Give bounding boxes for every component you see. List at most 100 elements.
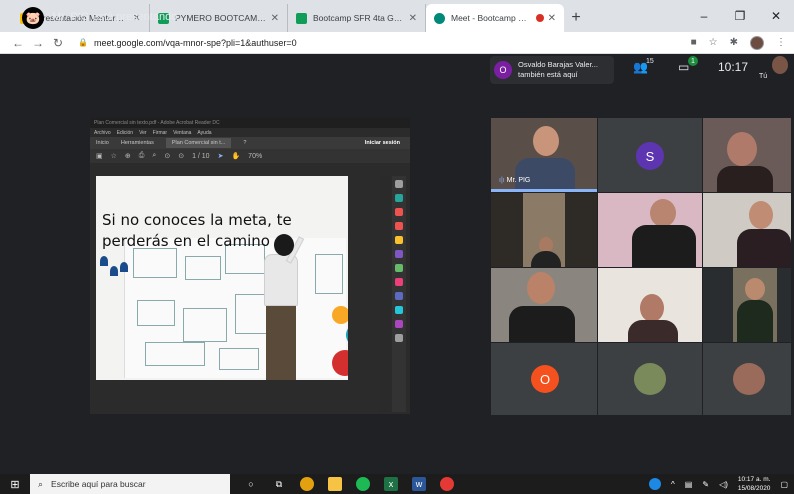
- tab-meet[interactable]: Meet - Bootcamp SFR 4ta Ge ✕: [426, 4, 564, 32]
- speaking-icon: ı|ı: [499, 177, 507, 184]
- speaking-indicator: [491, 189, 597, 192]
- reload-icon[interactable]: ↻: [48, 36, 68, 50]
- drop-shape: [100, 256, 108, 266]
- slide-title: Si no conoces la meta, te perderás en el…: [102, 211, 292, 250]
- minimize-icon[interactable]: –: [686, 0, 722, 32]
- more-tools-icon: [395, 334, 403, 342]
- video-tile[interactable]: [491, 193, 597, 267]
- close-icon[interactable]: ✕: [271, 13, 279, 24]
- menu-item: Edición: [116, 129, 134, 136]
- protect-icon: [395, 292, 403, 300]
- video-tile[interactable]: O: [491, 343, 597, 415]
- participant-face: [533, 126, 559, 156]
- tab-title: PYMERO BOOTCAMP - Hojas de: [175, 13, 267, 23]
- save-icon: ▣: [96, 153, 103, 160]
- lock-icon: 🔒: [78, 38, 88, 47]
- video-tile[interactable]: [703, 118, 791, 192]
- participant-photo: [634, 363, 666, 395]
- participant-avatar: S: [636, 142, 664, 170]
- video-tile-speaker[interactable]: ı|ı Mr. PIG: [491, 118, 597, 192]
- video-tile[interactable]: [491, 268, 597, 342]
- back-icon[interactable]: ←: [8, 36, 28, 50]
- video-tile[interactable]: [598, 343, 702, 415]
- avatar-tray-icon[interactable]: [649, 478, 662, 490]
- video-tile[interactable]: [598, 193, 702, 267]
- chrome-icon[interactable]: [300, 477, 314, 491]
- task-view-icon[interactable]: ⧉: [272, 477, 286, 491]
- drop-shape: [110, 266, 118, 276]
- camera-icon[interactable]: ■: [691, 37, 697, 48]
- video-tile[interactable]: [703, 268, 791, 342]
- participant-face: [527, 272, 555, 304]
- spotify-icon[interactable]: [356, 477, 370, 491]
- sketch: [219, 348, 259, 370]
- pen-icon[interactable]: ✎: [702, 480, 709, 489]
- chat-badge: 1: [688, 56, 698, 66]
- speaker-name: ı|ı Mr. PIG: [499, 177, 530, 184]
- participant-torso: [515, 158, 575, 192]
- participant-face: [727, 132, 757, 166]
- sketch: [183, 308, 227, 342]
- video-tile[interactable]: [703, 193, 791, 267]
- page-up-icon: ⊙: [164, 153, 171, 160]
- video-tile[interactable]: S: [598, 118, 702, 192]
- maximize-icon[interactable]: ❐: [722, 0, 758, 32]
- taskbar-search[interactable]: ⌕ Escribe aquí para buscar: [30, 474, 230, 494]
- taskbar-apps: ○ ⧉ x w: [244, 477, 454, 491]
- join-notification: O Osvaldo Barajas Valer... también está …: [490, 56, 614, 84]
- participant-torso: [737, 229, 791, 267]
- acrobat-scrollbar: [380, 176, 390, 412]
- menu-icon[interactable]: ⋮: [776, 37, 786, 48]
- url-text: meet.google.com/vqa-mnor-spe?pli=1&authu…: [93, 37, 297, 48]
- word-icon[interactable]: w: [412, 477, 426, 491]
- participant-torso: [628, 320, 678, 342]
- sign-icon: [395, 278, 403, 286]
- print-icon: ⎙: [138, 152, 145, 159]
- excel-icon[interactable]: x: [384, 477, 398, 491]
- edit-icon: [395, 208, 403, 216]
- comment-icon: [395, 236, 403, 244]
- acrobat-icon[interactable]: [440, 477, 454, 491]
- extensions-icon[interactable]: ✱: [730, 37, 738, 48]
- sketch: [145, 342, 205, 366]
- chevron-up-icon[interactable]: ^: [671, 480, 675, 489]
- participant-torso: [509, 306, 575, 342]
- join-text: Osvaldo Barajas Valer... también está aq…: [518, 60, 598, 80]
- acrobat-tabs: Inicio Herramientas Plan Comercial sin t…: [90, 137, 410, 149]
- participant-avatar: O: [531, 365, 559, 393]
- combine-icon: [395, 250, 403, 258]
- speaker-name-text: Mr. PIG: [506, 177, 531, 184]
- network-icon[interactable]: ▤: [685, 480, 693, 489]
- file-explorer-icon[interactable]: [328, 477, 342, 491]
- video-tile[interactable]: [598, 268, 702, 342]
- video-tile[interactable]: [703, 343, 791, 415]
- tray-clock[interactable]: 10:17 a. m. 15/08/2020: [738, 475, 771, 493]
- whiteboard-image: [124, 238, 346, 378]
- zoom-icon: [395, 180, 403, 188]
- tab-title: Bootcamp SFR 4ta Gen. - Hojas: [313, 13, 405, 23]
- join-name: Osvaldo Barajas Valer...: [518, 60, 598, 69]
- recording-icon: [535, 14, 544, 22]
- participant-face: [640, 294, 664, 322]
- windows-start-icon[interactable]: ⊞: [0, 474, 30, 494]
- meet-icon: [434, 12, 445, 24]
- star-icon[interactable]: ☆: [709, 37, 718, 48]
- person-legs: [266, 304, 296, 380]
- notifications-icon[interactable]: ▢: [780, 480, 788, 489]
- cortana-icon[interactable]: ○: [244, 477, 258, 491]
- close-icon[interactable]: ✕: [548, 13, 556, 24]
- profile-avatar[interactable]: [750, 35, 764, 50]
- fill-icon: [395, 320, 403, 328]
- volume-icon[interactable]: ◁): [719, 480, 728, 489]
- self-avatar[interactable]: [772, 56, 788, 74]
- tab-bootcamp-sfr[interactable]: Bootcamp SFR 4ta Gen. - Hojas ✕: [288, 4, 426, 32]
- hand-icon: ✋: [231, 153, 241, 160]
- address-bar[interactable]: 🔒 meet.google.com/vqa-mnor-spe?pli=1&aut…: [78, 38, 691, 48]
- forward-icon[interactable]: →: [28, 36, 48, 50]
- window-controls: – ❐ ✕: [686, 0, 794, 32]
- acrobat-tools-panel: [392, 176, 406, 412]
- close-window-icon[interactable]: ✕: [758, 0, 794, 32]
- close-icon[interactable]: ✕: [409, 13, 417, 24]
- search-icon: ⌕: [38, 478, 44, 489]
- new-tab-button[interactable]: +: [564, 4, 588, 32]
